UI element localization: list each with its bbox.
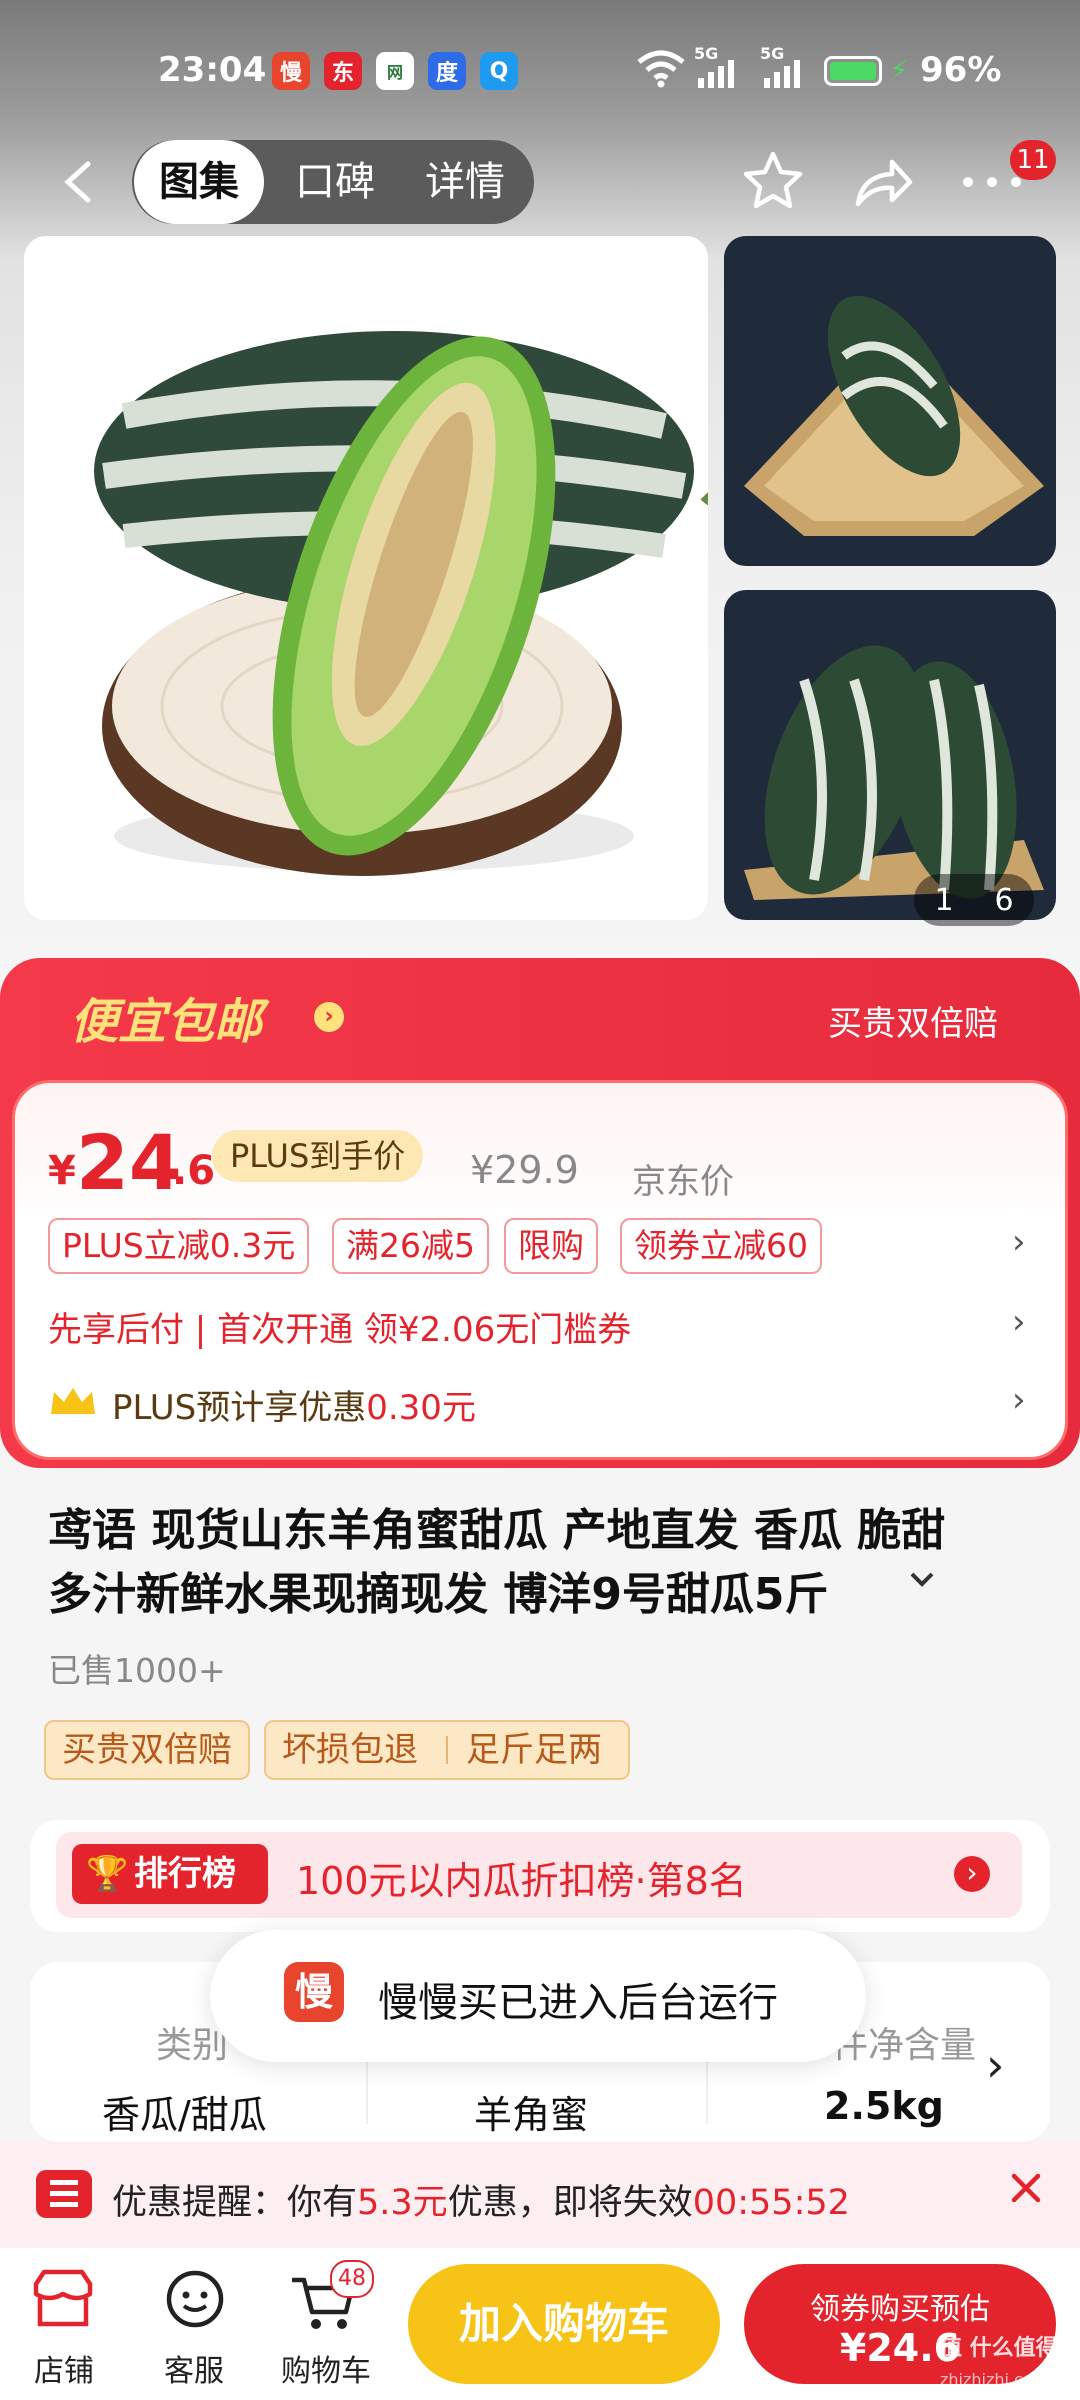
product-title-line1: 鸢语 现货山东羊角蜜甜瓜 产地直发 香瓜 脆甜 <box>48 1505 946 1556</box>
search-app-icon: Q <box>480 52 518 90</box>
price-currency: ¥ <box>48 1148 76 1194</box>
toast-text: 慢慢买已进入后台运行 <box>378 1980 778 2026</box>
tag-coupon[interactable]: 领券立减60 <box>620 1218 822 1274</box>
two-melons-image <box>744 645 1044 900</box>
service-icon <box>166 2270 224 2328</box>
plus-price-label: PLUS到手价 <box>212 1130 424 1182</box>
status-time: 23:04 <box>158 50 267 90</box>
crown-icon <box>48 1384 98 1422</box>
baidu-icon: 度 <box>428 52 466 90</box>
plus-estimate-chevron-icon[interactable]: › <box>1012 1380 1026 1420</box>
reminder-prefix: 优惠提醒：你有 <box>112 2183 358 2223</box>
promo-arrow-icon[interactable]: › <box>314 1002 344 1032</box>
toast-app-icon: 慢 <box>284 1962 344 2022</box>
price-guarantee-text[interactable]: 买贵双倍赔 <box>828 996 998 1045</box>
spec-divider-2 <box>706 2054 708 2124</box>
jd-price-label: 京东价 <box>632 1162 734 1202</box>
expand-title-button[interactable] <box>904 1562 940 1602</box>
share-button[interactable] <box>850 150 916 216</box>
reminder-text: 优惠提醒：你有5.3元优惠，即将失效00:55:52 <box>112 2174 850 2225</box>
service-tag-group[interactable]: 坏损包退 足斤足两 <box>264 1720 630 1780</box>
battery-icon <box>824 56 882 86</box>
plus-estimate-value: 0.30元 <box>366 1388 476 1428</box>
more-badge: 11 <box>1010 140 1056 180</box>
service-tag-divider <box>446 1736 448 1764</box>
tag-full-reduction[interactable]: 满26减5 <box>332 1218 489 1274</box>
service-label: 客服 <box>164 2354 224 2389</box>
store-icon <box>33 2269 93 2327</box>
pay-later-text[interactable]: 先享后付 | 首次开通 领¥2.06无门槛券 <box>48 1302 631 1351</box>
bank-icon: 网 <box>376 52 414 90</box>
image-counter-current: 1 <box>934 882 954 918</box>
melon-image <box>94 331 708 876</box>
service-tag-full-weight: 足斤足两 <box>466 1730 602 1770</box>
promo-title[interactable]: 便宜包邮 <box>70 982 262 1052</box>
spec-value-category: 香瓜/甜瓜 <box>102 2093 267 2137</box>
trophy-icon: 🏆 <box>86 1854 129 1894</box>
wifi-icon <box>636 48 686 92</box>
customer-service-button[interactable]: 客服 <box>130 2268 258 2392</box>
store-button[interactable]: 店铺 <box>0 2268 128 2392</box>
ranking-badge-label: 排行榜 <box>134 1854 236 1894</box>
thumbnail-image-2[interactable] <box>724 590 1056 920</box>
reminder-countdown: 00:55:52 <box>692 2183 850 2223</box>
reminder-icon <box>36 2170 92 2218</box>
store-label: 店铺 <box>34 2354 94 2389</box>
product-title-line2: 多汁新鲜水果现摘现发 博洋9号甜瓜5斤 <box>48 1569 829 1620</box>
sold-count: 已售1000+ <box>48 1651 226 1690</box>
add-to-cart-button[interactable]: 加入购物车 <box>408 2264 720 2384</box>
favorite-button[interactable] <box>740 148 806 214</box>
tag-limit[interactable]: 限购 <box>504 1218 598 1274</box>
tab-gallery[interactable]: 图集 <box>134 140 264 224</box>
cart-label: 购物车 <box>281 2354 371 2389</box>
plus-estimate-prefix: PLUS预计享优惠 <box>112 1388 367 1428</box>
back-button[interactable] <box>48 150 108 214</box>
status-app-icons: 慢 东 网 度 Q <box>272 52 518 90</box>
chevron-down-icon <box>910 1572 934 1587</box>
close-icon <box>1011 2173 1041 2203</box>
back-arrow-icon <box>64 161 91 203</box>
pay-later-chevron-icon[interactable]: › <box>1012 1302 1026 1342</box>
manmanmai-icon: 慢 <box>272 52 310 90</box>
battery-percent: 96% <box>920 50 1002 90</box>
price-integer: 24 <box>76 1118 182 1207</box>
share-icon <box>855 159 913 207</box>
service-tag-damage-return: 坏损包退 <box>282 1730 418 1770</box>
signal-icon-1 <box>696 58 742 92</box>
nav-tab-group: 图集 口碑 详情 <box>132 140 534 224</box>
melon-basket-image <box>744 295 1044 536</box>
main-product-image[interactable] <box>24 236 708 920</box>
ranking-text: 100元以内瓜折扣榜·第8名 <box>296 1859 747 1903</box>
reminder-middle: 优惠，即将失效 <box>447 2183 693 2223</box>
specs-chevron-icon[interactable]: › <box>986 2038 1004 2092</box>
buy-now-line1: 领券购买预估 <box>810 2292 990 2327</box>
ranking-arrow-icon[interactable]: › <box>954 1856 990 1892</box>
thumbnail-image-1[interactable] <box>724 236 1056 566</box>
service-tag-price-guarantee[interactable]: 买贵双倍赔 <box>44 1720 250 1780</box>
charging-icon: ⚡ <box>890 56 909 86</box>
star-icon <box>743 151 803 209</box>
ranking-badge: 🏆 排行榜 <box>72 1844 268 1904</box>
tag-plus-discount[interactable]: PLUS立减0.3元 <box>48 1218 310 1274</box>
reminder-close-button[interactable] <box>1004 2166 1048 2214</box>
reminder-amount: 5.3元 <box>357 2183 448 2223</box>
tags-chevron-icon[interactable]: › <box>1012 1222 1026 1262</box>
jd-icon: 东 <box>324 52 362 90</box>
spec-value-variety: 羊角蜜 <box>474 2093 589 2137</box>
tab-reviews[interactable]: 口碑 <box>280 140 390 224</box>
spec-divider-1 <box>366 2054 368 2124</box>
tab-details[interactable]: 详情 <box>410 140 520 224</box>
cart-badge: 48 <box>330 2260 374 2298</box>
jd-price: ¥29.9 <box>470 1148 579 1192</box>
image-counter-total: 6 <box>994 882 1014 918</box>
plus-estimate-text[interactable]: PLUS预计享优惠0.30元 <box>112 1380 476 1429</box>
watermark-text: 值 什么值得买 <box>940 2336 1080 2361</box>
watermark-url: zhizhizhi.com <box>940 2370 1049 2389</box>
spec-value-weight: 2.5kg <box>824 2084 944 2128</box>
image-counter: 1 6 <box>914 874 1034 926</box>
price-decimal: .6 <box>172 1148 216 1194</box>
signal-icon-2 <box>762 58 808 92</box>
